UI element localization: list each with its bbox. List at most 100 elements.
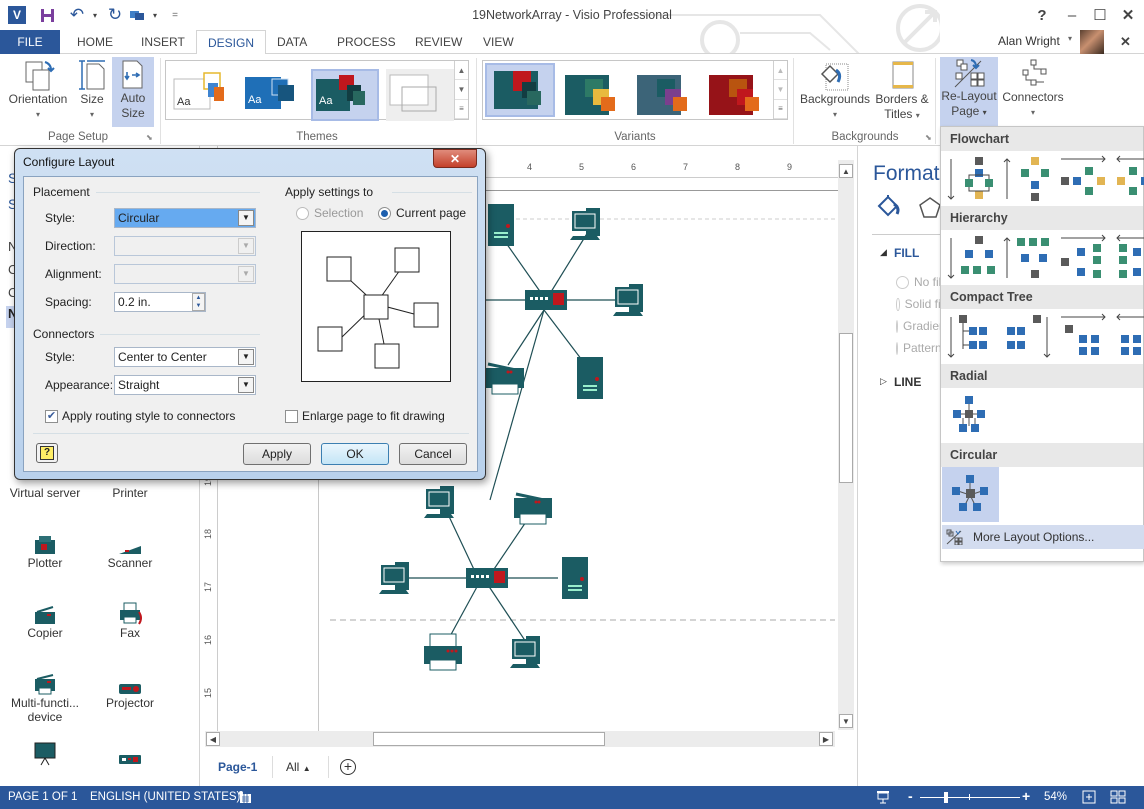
tab-review[interactable]: REVIEW [404,30,473,54]
fill-option-gradient[interactable]: Gradient fill [896,319,946,333]
undo-icon[interactable]: ↶ [68,5,86,24]
tab-process[interactable]: PROCESS [326,30,407,54]
pc-node[interactable] [569,207,601,241]
variant-thumb-4[interactable] [705,69,773,121]
server-node[interactable] [488,204,514,246]
layout-hierarchy-right-left[interactable] [1113,232,1144,284]
line-collapsed-icon[interactable]: ▷ [880,376,887,387]
expand-gallery-icon[interactable]: ≡ [774,100,787,119]
printer-node[interactable] [423,633,463,671]
tab-home[interactable]: HOME [66,30,124,54]
tab-insert[interactable]: INSERT [130,30,196,54]
connector-style-select[interactable]: Center to Center ▼ [114,347,256,367]
fax-node[interactable] [512,492,554,526]
line-section-heading[interactable]: LINE [894,375,921,389]
shape-fax[interactable]: Fax [85,596,175,640]
shape-projector[interactable]: Projector [85,666,175,710]
selection-radio[interactable]: Selection [296,206,363,220]
server-node[interactable] [562,557,588,599]
close-document-button[interactable]: ✕ [1120,34,1131,50]
layout-hierarchy-top-bottom[interactable] [945,232,1001,284]
alignment-select[interactable]: ▼ [114,264,256,284]
ok-button[interactable]: OK [321,443,389,465]
placement-style-select[interactable]: Circular ▼ [114,208,256,228]
appearance-select[interactable]: Straight ▼ [114,375,256,395]
more-layout-options-item[interactable]: More Layout Options... [942,525,1144,549]
tab-data[interactable]: DATA [266,30,318,54]
theme-thumb-1[interactable]: Aa [171,69,239,121]
layout-hierarchy-bottom-top[interactable] [1001,232,1057,284]
hub-node[interactable] [466,568,508,588]
relayout-page-button[interactable]: Re-Layout Page ▾ [940,57,998,127]
fill-line-tab-icon[interactable] [876,194,902,221]
scroll-up-icon[interactable]: ▲ [455,61,468,81]
effects-tab-icon[interactable] [918,196,942,223]
pc-node[interactable] [509,635,541,669]
zoom-level[interactable]: 54% [1044,791,1067,803]
redo-icon[interactable]: ↻ [106,5,124,24]
variant-thumb-2[interactable] [561,69,629,121]
shape-copier[interactable]: Copier [0,596,90,640]
variant-thumb-1-selected[interactable] [485,63,555,117]
all-pages-button[interactable]: All ▲ [286,760,311,774]
shape-plotter[interactable]: Plotter [0,526,90,570]
auto-size-button[interactable]: Auto Size [112,57,154,127]
layout-flowchart-left-right[interactable] [1057,153,1113,205]
connectors-button[interactable]: Connectors ▾ [1000,58,1066,128]
layout-circular-selected[interactable] [942,467,999,522]
page-indicator[interactable]: PAGE 1 OF 1 [8,791,77,803]
apply-button[interactable]: Apply [243,443,311,465]
presentation-mode-icon[interactable] [876,790,890,807]
shape-multifunction-device[interactable]: Multi-functi... device [0,666,90,724]
vertical-scroll-thumb[interactable] [839,333,853,483]
shape-scanner[interactable]: Scanner [85,526,175,570]
dropdown-arrow-icon[interactable]: ▼ [238,266,254,282]
user-dropdown-icon[interactable]: ▾ [1068,34,1072,43]
scroll-down-icon[interactable]: ▼ [839,714,853,728]
themes-gallery-scroll[interactable]: ▲ ▼ ≡ [454,61,468,119]
apply-routing-checkbox[interactable]: ✔ Apply routing style to connectors [45,409,235,423]
pc-node[interactable] [612,283,644,317]
pc-node[interactable] [423,485,455,519]
fill-option-pattern[interactable]: Pattern fill [896,341,946,355]
customize-qat-icon[interactable]: = [166,6,184,24]
shape-bridge[interactable] [85,740,175,780]
theme-thumb-2[interactable]: Aa [242,69,310,121]
present-icon[interactable] [128,6,146,24]
fill-option-solid[interactable]: Solid fill [896,297,946,311]
layout-compact-tree-1[interactable] [945,311,1001,363]
dialog-help-button[interactable]: ? [36,443,58,463]
vertical-scrollbar[interactable]: ▲ ▼ [838,160,854,730]
current-page-radio[interactable]: Current page [378,206,466,220]
spin-up-icon[interactable]: ▲ [196,295,202,301]
orientation-button[interactable]: Orientation ▾ [4,58,72,128]
shape-virtual-server[interactable]: Virtual server [0,486,90,500]
dropdown-arrow-icon[interactable]: ▼ [238,377,254,393]
dropdown-arrow-icon[interactable]: ▼ [238,210,254,226]
layout-flowchart-bottom-top[interactable] [1001,153,1057,205]
maximize-button[interactable]: ☐ [1088,4,1112,26]
backgrounds-launcher-icon[interactable]: ⬊ [925,133,932,142]
theme-thumb-3-selected[interactable]: Aa [311,69,379,121]
horizontal-scroll-thumb[interactable] [373,732,605,746]
backgrounds-button[interactable]: Backgrounds ▾ [798,58,872,128]
fax-node[interactable] [484,362,526,396]
macro-recording-icon[interactable] [238,790,252,807]
fit-page-icon[interactable] [1082,790,1096,807]
scroll-down-icon[interactable]: ▼ [774,80,787,100]
fill-expanded-icon[interactable]: ◢ [880,247,887,258]
layout-compact-tree-3[interactable] [1057,311,1113,363]
pc-node[interactable] [378,561,410,595]
server-node[interactable] [577,357,603,399]
add-page-icon[interactable]: + [340,759,356,775]
page-setup-launcher-icon[interactable]: ⬊ [146,133,153,142]
help-button[interactable]: ? [1030,4,1054,26]
user-avatar[interactable] [1080,30,1104,54]
horizontal-scrollbar[interactable]: ◀ ▶ [205,731,835,747]
zoom-slider-thumb[interactable] [944,792,948,803]
tab-design[interactable]: DESIGN [196,30,267,55]
language-indicator[interactable]: ENGLISH (UNITED STATES) [90,791,240,803]
direction-select[interactable]: ▼ [114,236,256,256]
undo-dropdown-icon[interactable]: ▾ [86,6,104,24]
spacing-spinner[interactable]: ▲ ▼ [192,293,205,311]
